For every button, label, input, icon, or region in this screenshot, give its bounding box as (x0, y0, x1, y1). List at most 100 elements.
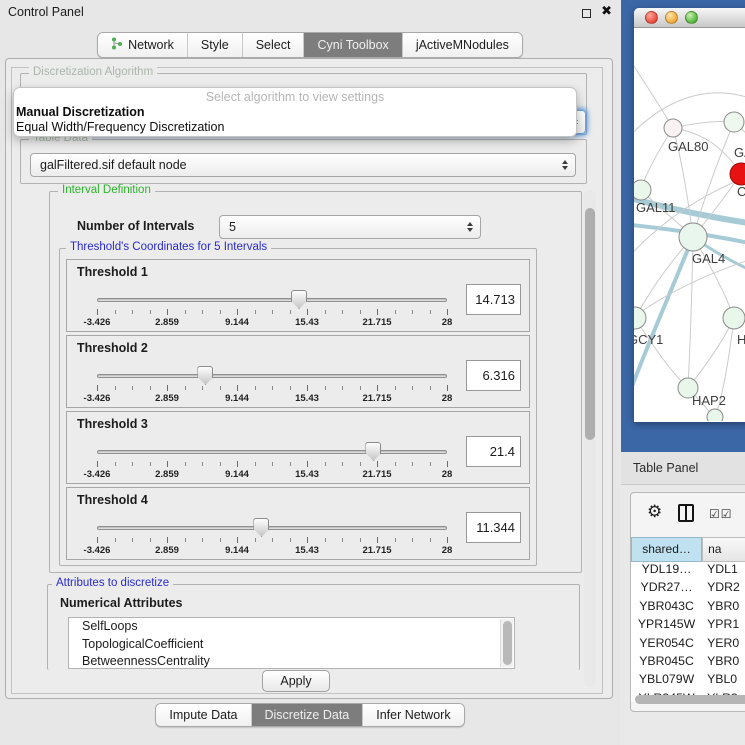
apply-button[interactable]: Apply (262, 670, 329, 692)
tab-impute-data[interactable]: Impute Data (156, 704, 250, 726)
node-label: HAP2 (692, 393, 726, 408)
tab-label: Network (128, 38, 174, 52)
slider-thumb[interactable] (197, 366, 213, 385)
tick-mark (412, 386, 413, 390)
table-panel-titlebar: Table Panel (621, 452, 745, 485)
network-node-ga-top[interactable] (724, 112, 744, 132)
tick-mark (255, 538, 256, 542)
interval-definition-group: Interval Definition Number of Intervals … (49, 191, 582, 573)
tick-mark (307, 385, 308, 391)
network-node-gal80[interactable] (664, 119, 682, 137)
close-icon[interactable]: ✖ (601, 4, 612, 19)
tab-label: Impute Data (169, 708, 237, 722)
desktop-frame: GAL80GACGAL11GAL4GCY1HHAP2 (621, 0, 745, 452)
network-node-small-bottom[interactable] (707, 409, 723, 421)
tick-mark (430, 538, 431, 542)
numerical-attributes-list[interactable]: SelfLoopsTopologicalCoefficientBetweenne… (68, 617, 515, 669)
tick-mark (342, 310, 343, 314)
network-node-h-node[interactable] (723, 307, 745, 329)
list-scrollbar[interactable] (500, 619, 513, 667)
network-node-gcy1[interactable] (634, 307, 646, 329)
tick-mark (202, 538, 203, 542)
slider-thumb[interactable] (291, 290, 307, 309)
close-traffic-light-icon[interactable] (645, 11, 658, 24)
threshold-4-value-field[interactable]: 11.344 (466, 512, 521, 543)
list-item[interactable]: TopologicalCoefficient (69, 636, 514, 654)
threshold-3-box: Threshold 3-3.4262.8599.14415.4321.71528… (66, 411, 530, 484)
threshold-2-box: Threshold 2-3.4262.8599.14415.4321.71528… (66, 335, 530, 408)
tick-label: 9.144 (225, 317, 249, 328)
table-cell: YPR145W (631, 617, 702, 635)
gear-icon[interactable]: ⚙ (647, 504, 662, 521)
float-window-icon[interactable] (582, 9, 591, 18)
table-row[interactable]: YBR043CYBR0 (631, 599, 745, 617)
tab-select[interactable]: Select (242, 33, 304, 57)
table-row[interactable]: YDR27…YDR2 (631, 580, 745, 598)
threshold-2-value-field[interactable]: 6.316 (466, 360, 521, 391)
slider-track (97, 298, 447, 302)
threshold-3-slider[interactable]: -3.4262.8599.14415.4321.71528 (97, 440, 447, 482)
zoom-traffic-light-icon[interactable] (685, 11, 698, 24)
minimize-traffic-light-icon[interactable] (665, 11, 678, 24)
network-node-gal11[interactable] (634, 180, 651, 200)
tick-mark (447, 385, 448, 391)
node-label: GA (734, 145, 745, 160)
table-row[interactable]: YBR045CYBR0 (631, 654, 745, 672)
tick-mark (360, 386, 361, 390)
select-columns-icon[interactable]: ☑☑ (709, 507, 733, 521)
table-row[interactable]: YPR145WYPR1 (631, 617, 745, 635)
tick-label: 21.715 (362, 393, 391, 404)
network-node-gal4[interactable] (679, 223, 707, 251)
tab-network[interactable]: Network (98, 33, 187, 57)
tick-mark (395, 462, 396, 466)
network-canvas[interactable]: GAL80GACGAL11GAL4GCY1HHAP2 (634, 28, 745, 421)
threshold-4-box: Threshold 4-3.4262.8599.14415.4321.71528… (66, 487, 530, 560)
tab-style[interactable]: Style (187, 33, 242, 57)
list-item[interactable]: BetweennessCentrality (69, 653, 514, 669)
threshold-1-slider[interactable]: -3.4262.8599.14415.4321.71528 (97, 288, 447, 330)
panel-scrollbar[interactable] (584, 190, 596, 687)
algorithm-option[interactable]: Manual Discretization (14, 105, 576, 120)
network-icon (111, 37, 123, 53)
tick-mark (290, 386, 291, 390)
tick-label: 15.43 (295, 317, 319, 328)
slider-track (97, 374, 447, 378)
horizontal-scrollbar[interactable] (635, 695, 745, 704)
threshold-4-slider[interactable]: -3.4262.8599.14415.4321.71528 (97, 516, 447, 558)
table-data-combobox[interactable]: galFiltered.sif default node (30, 153, 576, 177)
cyni-toolbox-panel: Discretization Algorithm Table Data galF… (5, 58, 613, 699)
tick-label: 15.43 (295, 393, 319, 404)
slider-thumb[interactable] (253, 518, 269, 537)
columns-icon[interactable] (678, 504, 694, 522)
threshold-label: Threshold 2 (77, 341, 148, 355)
tick-mark (255, 386, 256, 390)
network-node-red-node[interactable] (730, 163, 745, 185)
tick-mark (115, 310, 116, 314)
number-of-intervals-combobox[interactable]: 5 (219, 215, 481, 239)
threshold-2-slider[interactable]: -3.4262.8599.14415.4321.71528 (97, 364, 447, 406)
list-item[interactable]: SelfLoops (69, 618, 514, 636)
tab-jactivemnodules[interactable]: jActiveMNodules (402, 33, 522, 57)
tick-mark (342, 386, 343, 390)
table-toolbar: ⚙ ☑☑ (631, 493, 745, 537)
table-row[interactable]: YBL079WYBL0 (631, 672, 745, 690)
tick-mark (97, 385, 98, 391)
slider-thumb[interactable] (365, 442, 381, 461)
tab-discretize-data[interactable]: Discretize Data (251, 704, 363, 726)
table-row[interactable]: YER054CYER0 (631, 636, 745, 654)
tick-mark (220, 538, 221, 542)
tab-label: Infer Network (376, 708, 450, 722)
threshold-3-value-field[interactable]: 21.4 (466, 436, 521, 467)
tick-mark (412, 462, 413, 466)
threshold-1-value-field[interactable]: 14.713 (466, 284, 521, 315)
network-window-titlebar[interactable] (634, 8, 745, 28)
algorithm-option[interactable]: Equal Width/Frequency Discretization (14, 120, 576, 135)
table-data-group: Table Data galFiltered.sif default node (20, 139, 587, 184)
tab-cyni-toolbox[interactable]: Cyni Toolbox (303, 33, 401, 57)
column-header-1[interactable]: shared… (631, 537, 702, 562)
column-header-2[interactable]: na (702, 537, 745, 562)
tick-mark (167, 309, 168, 315)
table-row[interactable]: YDL19…YDL1 (631, 562, 745, 580)
tab-infer-network[interactable]: Infer Network (362, 704, 463, 726)
tick-mark (272, 538, 273, 542)
